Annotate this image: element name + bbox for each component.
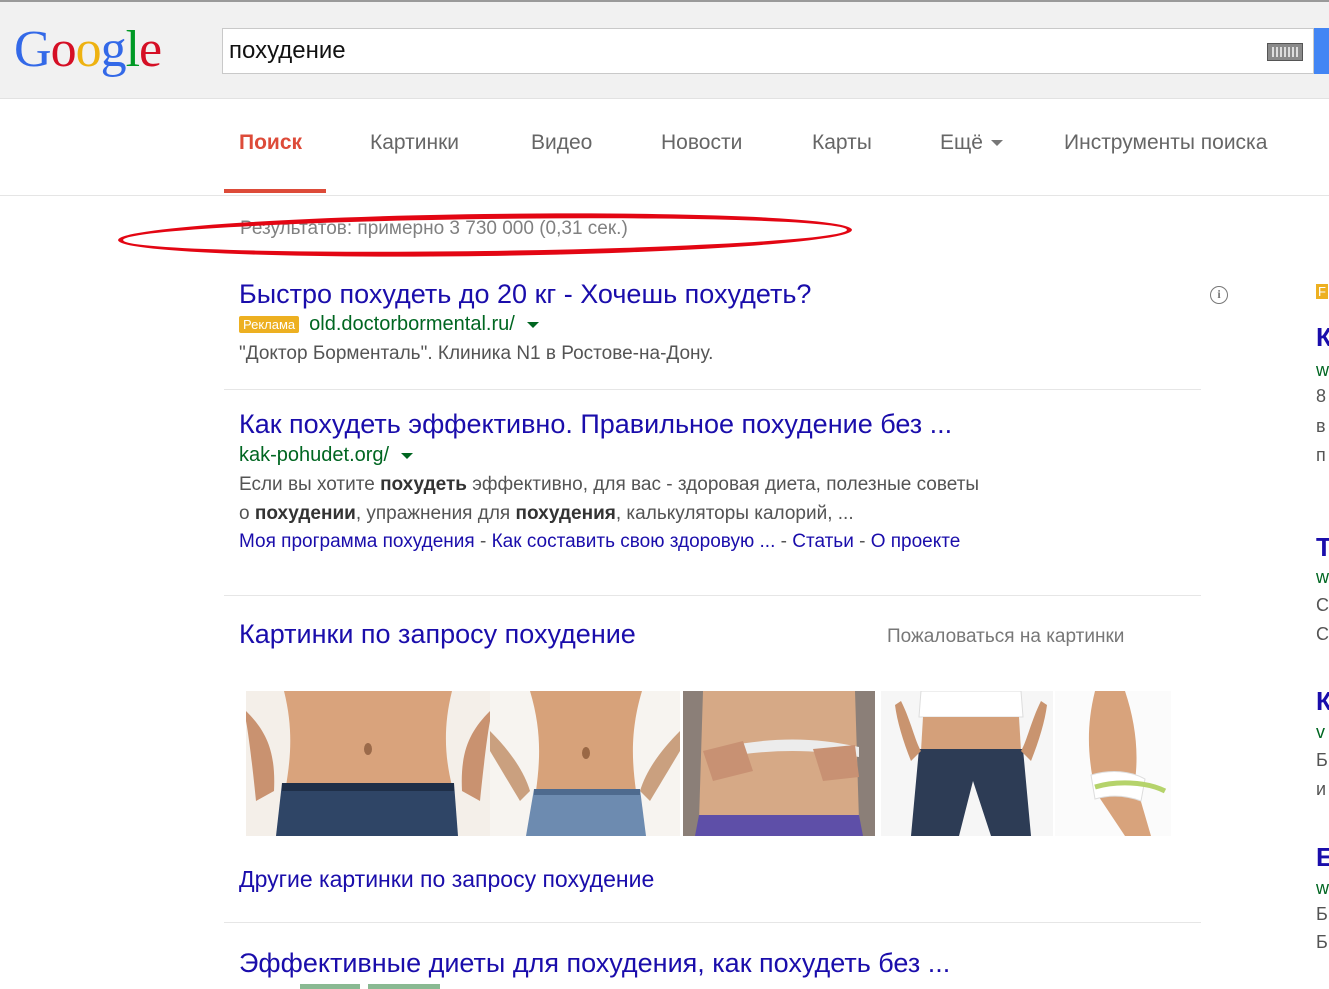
chevron-down-icon	[990, 140, 1003, 147]
more-images-link[interactable]: Другие картинки по запросу похудение	[239, 866, 654, 893]
url-text: kak-pohudet.org/	[239, 444, 390, 466]
result-title[interactable]: Эффективные диеты для похудения, как пох…	[239, 948, 950, 979]
keyboard-icon[interactable]	[1267, 43, 1303, 61]
right-ad-url[interactable]: w	[1316, 360, 1329, 381]
url-text: old.doctorbormental.ru/	[309, 313, 515, 335]
right-ad-text: п	[1316, 445, 1326, 465]
result-snippet-line: о похудении, упражнения для похудения, к…	[239, 499, 854, 528]
snippet-text: о	[239, 503, 255, 524]
separator: -	[775, 531, 793, 552]
image-thumbnail[interactable]	[881, 691, 1053, 836]
right-ad-title[interactable]: К	[1316, 322, 1329, 353]
logo-letter: l	[125, 21, 140, 78]
caret-down-icon[interactable]	[401, 452, 414, 459]
right-ad-title[interactable]: Т	[1316, 532, 1329, 563]
result-url[interactable]: kak-pohudet.org/	[239, 444, 414, 467]
right-ad-text: С	[1316, 595, 1329, 615]
right-ad-text: Б	[1316, 904, 1328, 924]
result-url-ad[interactable]: Реклама old.doctorbormental.ru/	[239, 313, 539, 336]
right-ad-badge: F	[1316, 284, 1328, 299]
tab-more-label: Ещё	[940, 131, 983, 154]
snippet-bold: похудения	[515, 503, 616, 524]
search-input[interactable]	[229, 37, 1229, 65]
search-header: Google	[0, 2, 1329, 99]
divider	[224, 595, 1201, 596]
result-title[interactable]: Как похудеть эффективно. Правильное поху…	[239, 409, 952, 440]
result-title-ad[interactable]: Быстро похудеть до 20 кг - Хочешь похуде…	[239, 279, 811, 310]
search-box	[222, 28, 1314, 74]
right-ad-title[interactable]: Е	[1316, 842, 1329, 873]
right-ad-title[interactable]: К	[1316, 686, 1329, 717]
snippet-text: , калькуляторы калорий, ...	[615, 503, 854, 524]
logo-letter: g	[100, 21, 127, 78]
right-ad-text: Б	[1316, 750, 1328, 770]
divider	[224, 922, 1201, 923]
right-ad-text: в	[1316, 416, 1326, 436]
caret-down-icon[interactable]	[526, 321, 539, 328]
image-thumbnail[interactable]	[1055, 691, 1171, 836]
logo-letter: o	[50, 21, 77, 78]
red-highlight-ellipse	[117, 208, 853, 262]
tab-search-tools[interactable]: Инструменты поиска	[1064, 131, 1267, 155]
tab-maps[interactable]: Карты	[812, 131, 872, 155]
logo-letter: G	[14, 21, 52, 78]
tab-news[interactable]: Новости	[661, 131, 742, 155]
separator: -	[474, 531, 492, 552]
clipped-url-fragment	[300, 984, 500, 989]
snippet-text: эффективно, для вас - здоровая диета, по…	[466, 474, 980, 495]
right-ad-text: и	[1316, 779, 1327, 799]
snippet-text: , упражнения для	[355, 503, 516, 524]
snippet-text: Если вы хотите	[239, 474, 381, 495]
sitelink[interactable]: Как составить свою здоровую ...	[492, 531, 776, 552]
right-ad-url[interactable]: w	[1316, 878, 1329, 899]
result-snippet-line: Если вы хотите похудеть эффективно, для …	[239, 470, 979, 499]
tab-images[interactable]: Картинки	[370, 131, 459, 155]
right-ad-text: 8	[1316, 386, 1327, 406]
snippet-bold: похудении	[254, 503, 356, 524]
logo-letter: e	[139, 21, 162, 78]
image-thumbnail[interactable]	[683, 691, 875, 836]
active-tab-indicator	[224, 189, 326, 193]
right-ad-text: С	[1316, 624, 1329, 644]
image-thumbnail[interactable]	[246, 691, 490, 836]
sitelink[interactable]: Статьи	[792, 531, 854, 552]
divider	[224, 389, 1201, 390]
google-logo[interactable]: Google	[14, 20, 162, 80]
logo-letter: o	[75, 21, 102, 78]
image-thumbnail[interactable]	[490, 691, 680, 836]
sitelink[interactable]: Моя программа похудения	[239, 531, 475, 552]
right-ads-column: F К w 8 в п Т w С С К v Б и Е w Б Б	[1314, 282, 1329, 989]
images-heading[interactable]: Картинки по запросу похудение	[239, 619, 636, 650]
tab-more[interactable]: Ещё	[940, 131, 1003, 155]
tab-search[interactable]: Поиск	[239, 131, 302, 155]
info-icon[interactable]: i	[1210, 286, 1228, 304]
ad-badge: Реклама	[239, 316, 300, 334]
sitelinks: Моя программа похудения - Как составить …	[239, 531, 960, 553]
result-snippet: "Доктор Борменталь". Клиника N1 в Ростов…	[239, 343, 714, 364]
search-tabs: Поиск Картинки Видео Новости Карты Ещё И…	[0, 99, 1329, 196]
sitelink[interactable]: О проекте	[871, 531, 961, 552]
separator: -	[853, 531, 871, 552]
tab-video[interactable]: Видео	[531, 131, 592, 155]
right-ad-url[interactable]: w	[1316, 567, 1329, 588]
snippet-bold: похудеть	[380, 474, 467, 495]
right-ad-url[interactable]: v	[1316, 722, 1325, 743]
right-ad-text: Б	[1316, 932, 1328, 952]
search-button[interactable]	[1314, 28, 1329, 74]
report-images-link[interactable]: Пожаловаться на картинки	[887, 626, 1124, 648]
